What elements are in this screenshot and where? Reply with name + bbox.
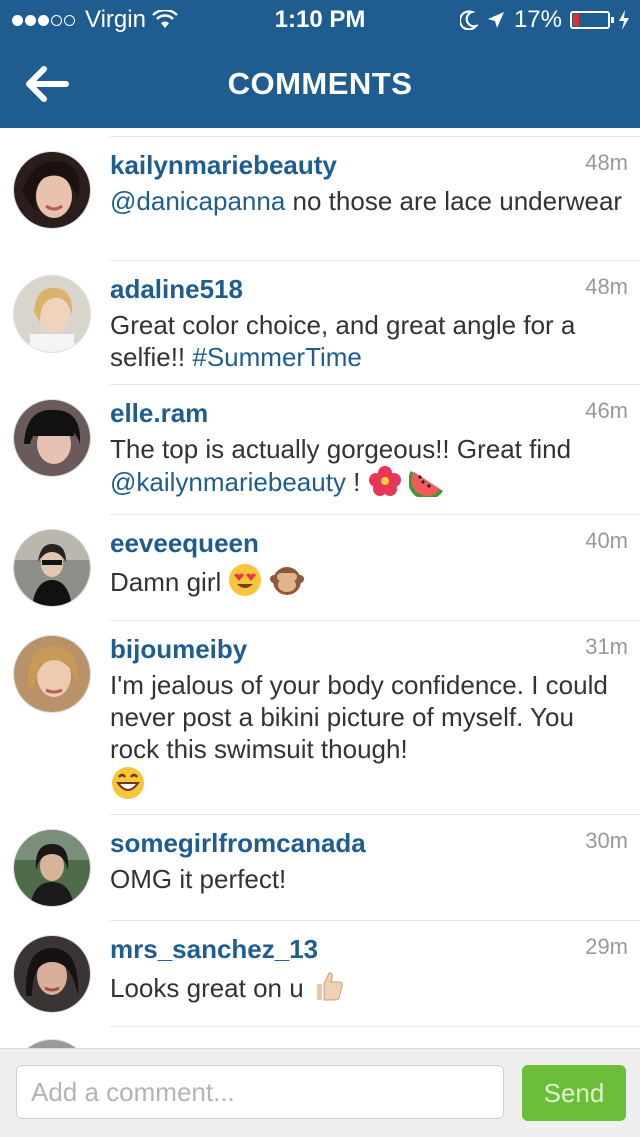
hibiscus-emoji-icon bbox=[368, 466, 401, 496]
comment-time: 40m bbox=[585, 528, 628, 553]
comment-time: 29m bbox=[585, 934, 628, 959]
comment-text: I'm jealous of your body confidence. I c… bbox=[110, 669, 628, 802]
avatar[interactable] bbox=[14, 830, 90, 906]
battery-percent: 17% bbox=[513, 6, 562, 33]
see-no-evil-monkey-emoji-icon bbox=[269, 567, 304, 595]
comment-username[interactable]: eeveequeen bbox=[110, 528, 628, 559]
grinning-emoji-icon bbox=[112, 767, 144, 799]
avatar[interactable] bbox=[14, 530, 90, 606]
page-title: COMMENTS bbox=[227, 66, 413, 101]
avatar[interactable] bbox=[14, 1040, 90, 1048]
comment-text: @danicapanna no those are lace underwear bbox=[110, 186, 623, 216]
comment-text: Damn girl bbox=[110, 563, 628, 598]
comment-time: 46m bbox=[585, 398, 628, 423]
avatar[interactable] bbox=[14, 152, 90, 228]
comment-username[interactable]: mrs_sanchez_13 bbox=[110, 934, 628, 965]
send-button[interactable]: Send bbox=[522, 1065, 626, 1121]
top-bar: Virgin 1:10 PM 17% COMMENTS bbox=[0, 0, 640, 128]
comment-text: The top is actually gorgeous!! Great fin… bbox=[110, 433, 628, 498]
thumbs-up-emoji-icon bbox=[316, 972, 343, 1001]
nav-bar: COMMENTS bbox=[0, 40, 640, 128]
moon-icon bbox=[459, 10, 478, 30]
avatar[interactable] bbox=[14, 636, 90, 712]
avatar[interactable] bbox=[14, 936, 90, 1012]
hashtag-link[interactable]: #SummerTime bbox=[192, 342, 362, 372]
battery-icon bbox=[570, 11, 614, 29]
charging-bolt-icon bbox=[619, 10, 629, 30]
heart-eyes-emoji-icon bbox=[229, 564, 262, 596]
comment-time: 48m bbox=[585, 274, 628, 299]
comment-username[interactable]: somegirlfromcanada bbox=[110, 828, 628, 859]
comment-text: Looks great on u bbox=[110, 969, 628, 1004]
comment-time: 31m bbox=[585, 634, 628, 659]
avatar[interactable] bbox=[14, 400, 90, 476]
comment-username[interactable]: adaline518 bbox=[110, 274, 628, 305]
comment-time: 48m bbox=[585, 150, 628, 175]
watermelon-emoji-icon bbox=[408, 471, 443, 497]
comment-text: Great color choice, and great angle for … bbox=[110, 310, 576, 372]
comment-time: 30m bbox=[585, 828, 628, 853]
comment-username[interactable]: kailynmariebeauty bbox=[110, 150, 628, 181]
avatar[interactable] bbox=[14, 276, 90, 352]
comment-username[interactable]: elle.ram bbox=[110, 398, 628, 429]
comment-input[interactable] bbox=[16, 1065, 504, 1119]
comment-composer: Send bbox=[0, 1048, 640, 1137]
comments-list[interactable]: kailynmariebeauty 48m @danicapanna no th… bbox=[0, 128, 640, 1048]
status-bar: Virgin 1:10 PM 17% bbox=[0, 0, 640, 40]
mention-link[interactable]: @kailynmariebeauty bbox=[110, 467, 346, 497]
location-arrow-icon bbox=[487, 12, 504, 28]
mention-link[interactable]: @danicapanna bbox=[110, 186, 285, 216]
comment-username[interactable]: bijoumeiby bbox=[110, 634, 628, 665]
comment-text: OMG it perfect! bbox=[110, 864, 287, 894]
